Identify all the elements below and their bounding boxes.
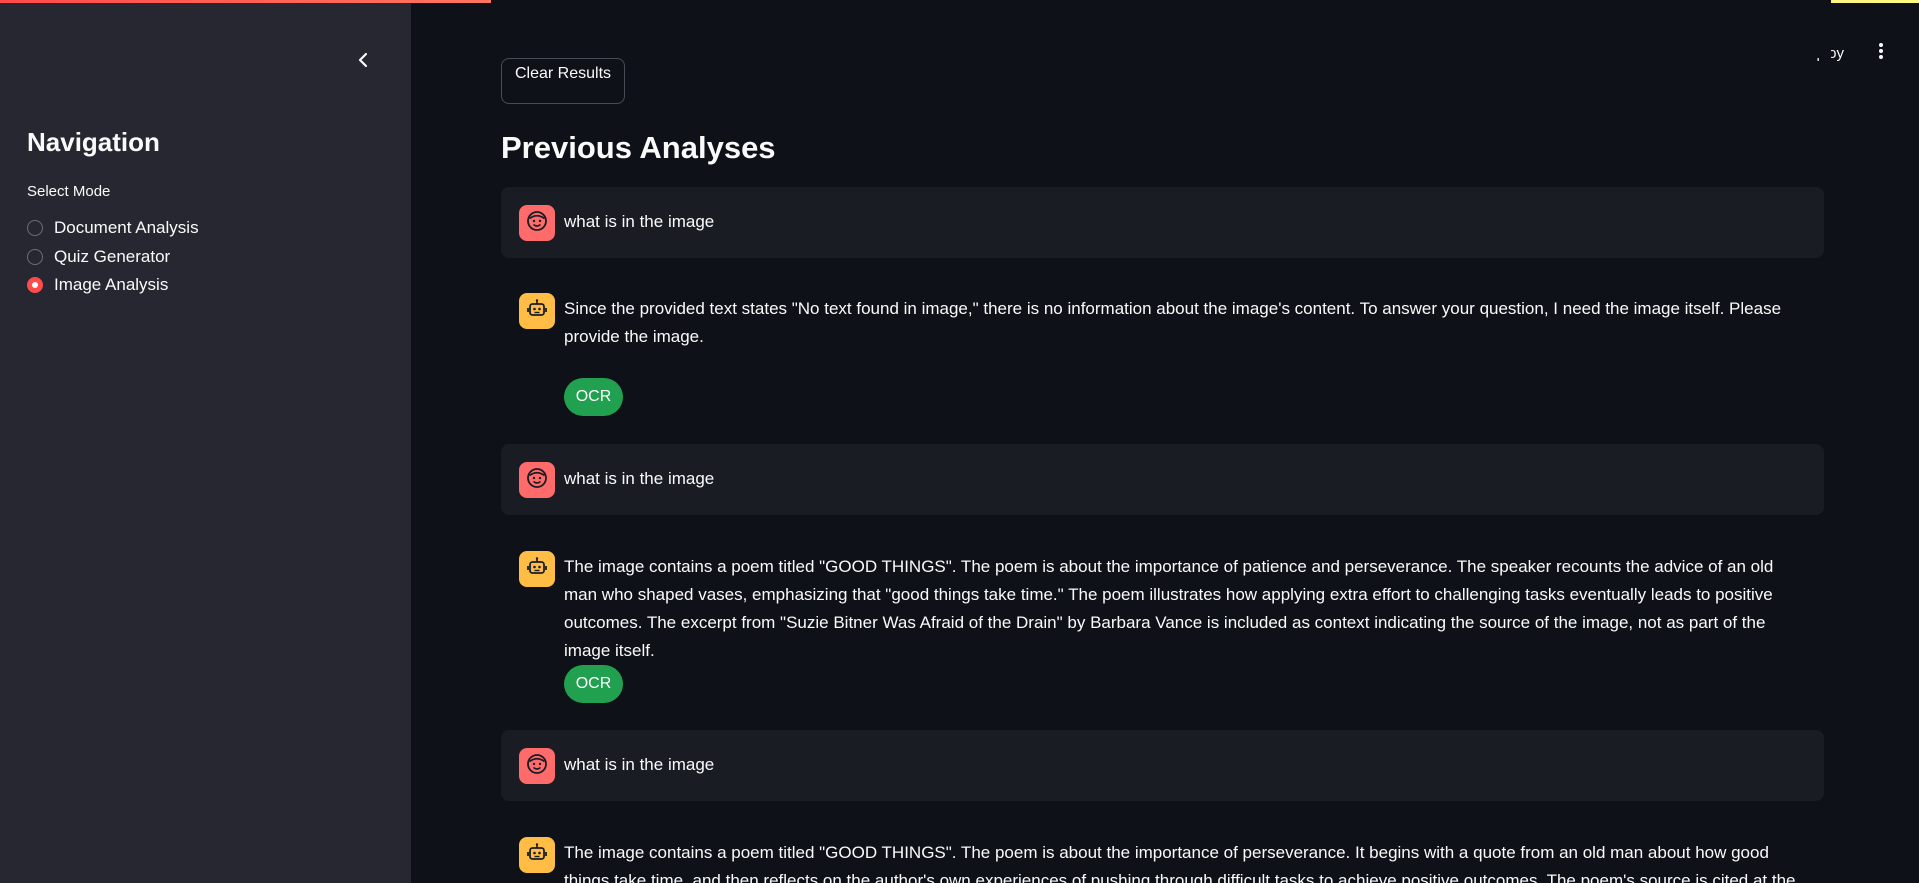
assistant-avatar	[519, 837, 555, 873]
sidebar: Navigation Select Mode Document Analysis…	[0, 3, 411, 883]
message-text: what is in the image	[564, 469, 715, 488]
clear-results-button[interactable]: Clear Results	[501, 58, 625, 104]
assistant-avatar	[519, 551, 555, 587]
radio-image-analysis[interactable]: Image Analysis	[27, 271, 199, 300]
assistant-avatar	[519, 293, 555, 329]
message-text: Since the provided text states "No text …	[564, 299, 1782, 346]
robot-icon	[525, 841, 549, 870]
user-avatar	[519, 462, 555, 498]
radio-button-selected[interactable]	[27, 277, 43, 294]
robot-icon	[525, 297, 549, 326]
radio-label: Image Analysis	[54, 275, 169, 295]
chat-message-user: what is in the image	[501, 730, 1824, 801]
more-vertical-icon	[1878, 42, 1884, 65]
message-text: The image contains a poem titled "GOOD T…	[564, 843, 1796, 883]
message-text: The image contains a poem titled "GOOD T…	[564, 557, 1774, 660]
smiley-face-icon	[525, 752, 549, 781]
message-text: what is in the image	[564, 755, 715, 774]
chevron-left-icon	[356, 52, 370, 73]
chat-message-assistant: The image contains a poem titled "GOOD T…	[501, 535, 1824, 718]
section-title: Previous Analyses	[501, 130, 776, 165]
chat-message-assistant: Since the provided text states "No text …	[501, 277, 1824, 432]
user-avatar	[519, 205, 555, 241]
radio-button[interactable]	[27, 248, 43, 265]
radio-document-analysis[interactable]: Document Analysis	[27, 214, 199, 243]
mode-radio-group: Document Analysis Quiz Generator Image A…	[27, 214, 199, 300]
robot-icon	[525, 555, 549, 584]
radio-label: Document Analysis	[54, 218, 199, 238]
sidebar-title: Navigation	[27, 127, 160, 157]
chat-message-user: what is in the image	[501, 187, 1824, 258]
chat-message-assistant: The image contains a poem titled "GOOD T…	[501, 821, 1824, 883]
header-overlay	[491, 0, 1831, 58]
collapse-sidebar-button[interactable]	[349, 48, 377, 76]
message-text: what is in the image	[564, 212, 715, 231]
radio-quiz-generator[interactable]: Quiz Generator	[27, 243, 199, 272]
ocr-badge: OCR	[564, 665, 623, 703]
main-menu-button[interactable]	[1870, 38, 1892, 68]
radio-label: Quiz Generator	[54, 246, 171, 266]
ocr-badge: OCR	[564, 378, 623, 416]
smiley-face-icon	[525, 466, 549, 495]
chat-message-user: what is in the image	[501, 444, 1824, 515]
main-content: Clear Results Previous Analyses what is …	[491, 0, 1831, 883]
select-mode-label: Select Mode	[27, 183, 111, 200]
user-avatar	[519, 748, 555, 784]
radio-button[interactable]	[27, 220, 43, 237]
smiley-face-icon	[525, 209, 549, 238]
